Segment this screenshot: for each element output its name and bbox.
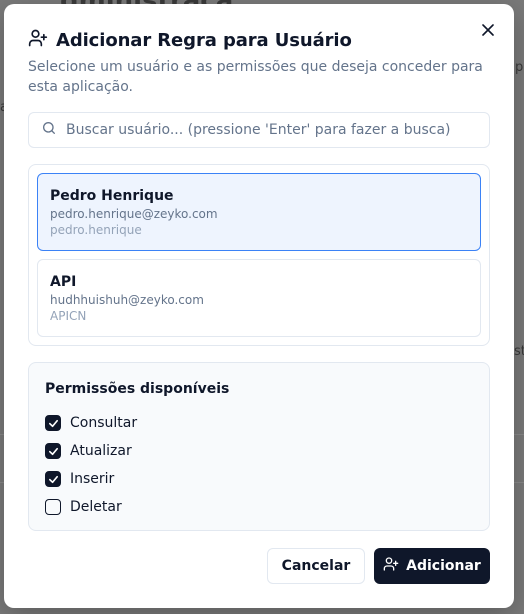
dialog-description: Selecione um usuário e as permissões que… — [28, 59, 483, 95]
user-login: APICN — [50, 309, 87, 323]
checkbox[interactable] — [45, 471, 61, 487]
dialog-header: Adicionar Regra para Usuário — [28, 28, 352, 52]
user-plus-icon — [383, 556, 399, 576]
checkbox[interactable] — [45, 499, 61, 515]
background-text-fragment: st — [514, 344, 524, 359]
permission-label: Inserir — [70, 471, 115, 487]
permission-label: Atualizar — [70, 443, 132, 459]
permission-atualizar[interactable]: Atualizar — [45, 437, 473, 465]
permission-inserir[interactable]: Inserir — [45, 465, 473, 493]
add-button[interactable]: Adicionar — [374, 548, 490, 584]
user-login: pedro.henrique — [50, 223, 142, 237]
permissions-title: Permissões disponíveis — [45, 381, 230, 397]
search-icon — [41, 120, 57, 140]
background-text-fragment: p — [515, 60, 524, 75]
close-icon — [482, 21, 494, 40]
user-list-item[interactable]: API hudhhuishuh@zeyko.com APICN — [37, 259, 481, 337]
add-rule-dialog: Adicionar Regra para Usuário Selecione u… — [4, 4, 514, 608]
user-name: Pedro Henrique — [50, 188, 174, 204]
add-button-label: Adicionar — [406, 558, 481, 574]
close-button[interactable] — [478, 20, 498, 40]
search-input[interactable] — [66, 122, 476, 138]
permission-deletar[interactable]: Deletar — [45, 493, 473, 521]
permission-label: Deletar — [70, 499, 122, 515]
checkbox[interactable] — [45, 443, 61, 459]
cancel-button[interactable]: Cancelar — [267, 548, 365, 584]
checkbox[interactable] — [45, 415, 61, 431]
search-field[interactable] — [28, 112, 490, 148]
permission-consultar[interactable]: Consultar — [45, 409, 473, 437]
user-email: pedro.henrique@zeyko.com — [50, 207, 218, 221]
dialog-title: Adicionar Regra para Usuário — [56, 29, 352, 51]
permissions-panel: Permissões disponíveis Consultar Atualiz… — [28, 362, 490, 531]
permission-label: Consultar — [70, 415, 138, 431]
user-plus-icon — [28, 28, 48, 52]
user-email: hudhhuishuh@zeyko.com — [50, 293, 204, 307]
user-list: Pedro Henrique pedro.henrique@zeyko.com … — [28, 164, 490, 346]
user-list-item[interactable]: Pedro Henrique pedro.henrique@zeyko.com … — [37, 173, 481, 251]
user-name: API — [50, 274, 77, 290]
